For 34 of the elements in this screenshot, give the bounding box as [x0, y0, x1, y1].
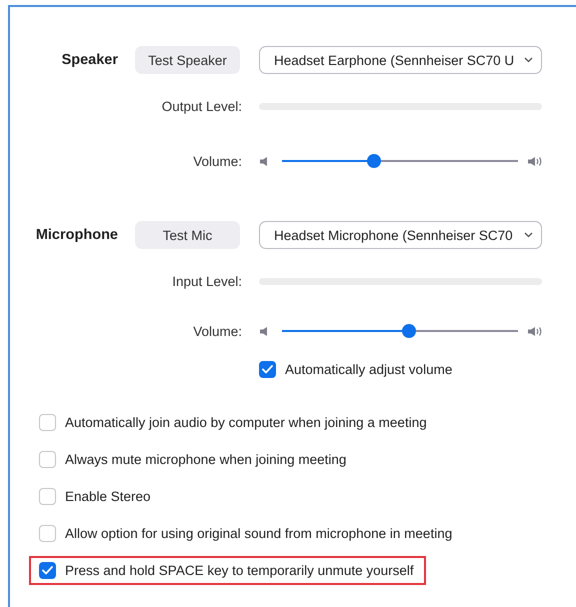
test-button[interactable]: Test Speaker	[135, 46, 240, 74]
chevron-down-icon	[524, 232, 533, 238]
checkbox-label: Press and hold SPACE key to temporarily unmute yourself	[65, 563, 414, 578]
level-label: Input Level:	[171, 274, 242, 288]
slider-thumb[interactable]	[367, 154, 382, 168]
checkbox[interactable]	[39, 414, 56, 431]
speaker-low-icon	[259, 326, 270, 336]
checkmark-icon	[262, 364, 273, 374]
checkbox-label: Enable Stereo	[65, 489, 151, 504]
checkbox-label: Automatically adjust volume	[285, 362, 452, 376]
checkbox-label: Automatically join audio by computer when joining a meeting	[65, 415, 427, 430]
device-dropdown[interactable]: Headset Earphone (Sennheiser SC70 U	[259, 46, 542, 74]
volume-label: Volume:	[192, 324, 242, 338]
device-dropdown[interactable]: Headset Microphone (Sennheiser SC70	[259, 221, 542, 249]
checkbox[interactable]	[39, 525, 56, 542]
checkbox[interactable]	[39, 488, 56, 505]
test-button[interactable]: Test Mic	[135, 221, 240, 249]
speaker-loud-icon	[527, 326, 543, 336]
volume-label: Volume:	[192, 154, 242, 168]
checkbox[interactable]	[39, 562, 56, 579]
checkbox-label: Allow option for using original sound from microphone in meeting	[65, 526, 452, 541]
slider-thumb[interactable]	[402, 324, 416, 338]
speaker-low-icon	[259, 156, 270, 166]
chevron-down-icon	[524, 57, 533, 63]
volume-slider[interactable]	[282, 324, 518, 338]
volume-slider[interactable]	[282, 154, 518, 168]
speaker-loud-icon	[527, 156, 543, 166]
section-label: Microphone	[34, 227, 118, 243]
checkbox-label: Always mute microphone when joining meeting	[65, 452, 346, 467]
section-label: Speaker	[60, 52, 118, 68]
checkbox[interactable]	[39, 451, 56, 468]
checkbox[interactable]	[259, 360, 276, 378]
level-label: Output Level:	[160, 98, 242, 114]
checkmark-icon	[42, 566, 53, 575]
